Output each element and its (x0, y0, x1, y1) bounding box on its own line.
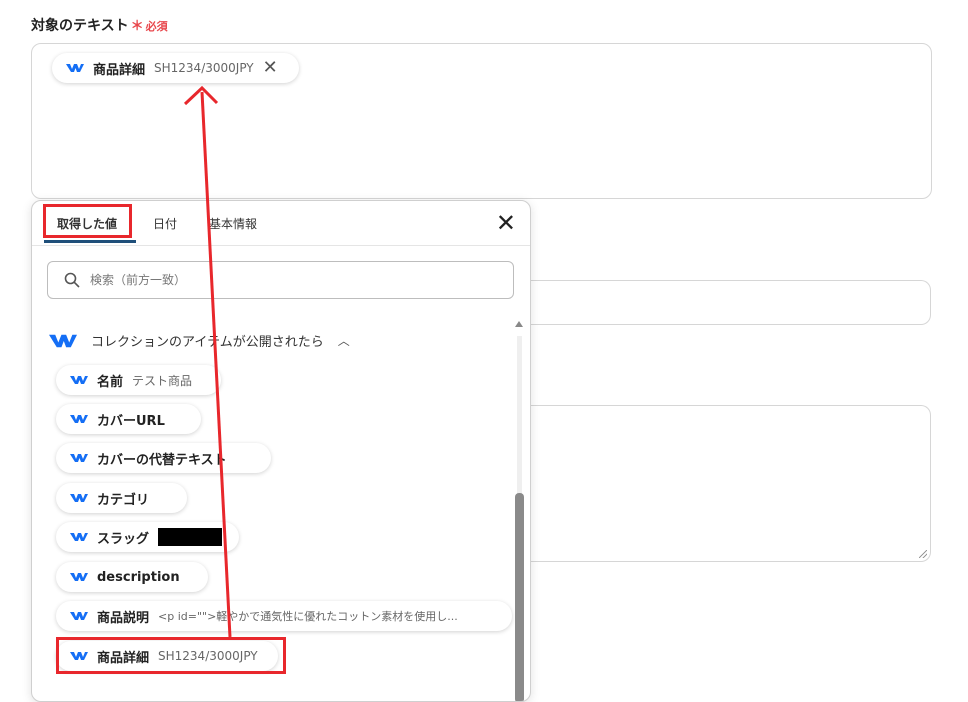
chevron-up-icon[interactable]: ︿ (338, 332, 350, 349)
remove-chip-icon[interactable]: ✕ (263, 59, 278, 77)
item-cover-url[interactable]: カバーURL (56, 404, 201, 434)
item-label: スラッグ (97, 531, 150, 547)
redacted-value (158, 528, 223, 546)
webflow-icon (70, 573, 88, 581)
search-box[interactable] (47, 261, 514, 299)
webflow-icon (70, 454, 88, 462)
item-label: 名前 (97, 374, 124, 390)
webflow-icon (66, 64, 84, 72)
item-label: description (97, 569, 180, 585)
selected-value-chip[interactable]: 商品詳細 SH1234/3000JPY ✕ (52, 53, 299, 83)
webflow-icon (70, 533, 88, 541)
item-value: <p id="">軽やかで通気性に優れたコットン素材を使用し... (158, 610, 458, 623)
tab-date[interactable]: 日付 (153, 215, 177, 232)
item-cover-alt-text[interactable]: カバーの代替テキスト (56, 443, 271, 473)
tab-basic-info[interactable]: 基本情報 (209, 215, 257, 232)
search-icon (64, 272, 80, 288)
item-name[interactable]: 名前 テスト商品 (56, 365, 221, 395)
item-label: 商品説明 (97, 610, 150, 626)
highlight-box-item (56, 637, 286, 674)
background-input[interactable] (500, 280, 931, 325)
webflow-icon (70, 376, 88, 384)
item-label: カテゴリ (97, 492, 150, 508)
close-icon[interactable]: ✕ (496, 211, 516, 235)
field-label: 対象のテキスト＊必須 (31, 15, 168, 35)
item-label: カバーURL (97, 413, 165, 429)
chip-label: 商品詳細 (93, 62, 146, 78)
chip-value: SH1234/3000JPY (154, 61, 254, 75)
item-label: カバーの代替テキスト (97, 452, 227, 468)
webflow-icon (70, 415, 88, 423)
item-slug[interactable]: スラッグ (56, 522, 239, 552)
item-category[interactable]: カテゴリ (56, 483, 187, 513)
value-picker-panel: 取得した値 日付 基本情報 ✕ コレクションのアイテムが公開されたら ︿ 名前 … (31, 200, 531, 702)
scroll-up-arrow[interactable] (515, 321, 523, 327)
item-value: テスト商品 (132, 373, 193, 388)
webflow-icon (49, 334, 77, 347)
webflow-icon (70, 494, 88, 502)
scrollbar-thumb[interactable] (515, 493, 524, 701)
item-product-description[interactable]: 商品説明 <p id="">軽やかで通気性に優れたコットン素材を使用し... (56, 601, 512, 631)
active-tab-indicator (44, 240, 136, 243)
webflow-icon (70, 612, 88, 620)
resize-grip-icon[interactable] (919, 550, 927, 558)
background-textarea[interactable] (500, 405, 931, 562)
group-title: コレクションのアイテムが公開されたら (91, 335, 324, 350)
required-mark: ＊ (130, 19, 144, 34)
group-header[interactable]: コレクションのアイテムが公開されたら ︿ (49, 331, 350, 350)
required-text: 必須 (145, 20, 168, 33)
highlight-box-tab (43, 204, 132, 238)
field-label-text: 対象のテキスト (31, 18, 129, 34)
item-description[interactable]: description (56, 562, 208, 592)
search-input[interactable] (88, 272, 472, 288)
